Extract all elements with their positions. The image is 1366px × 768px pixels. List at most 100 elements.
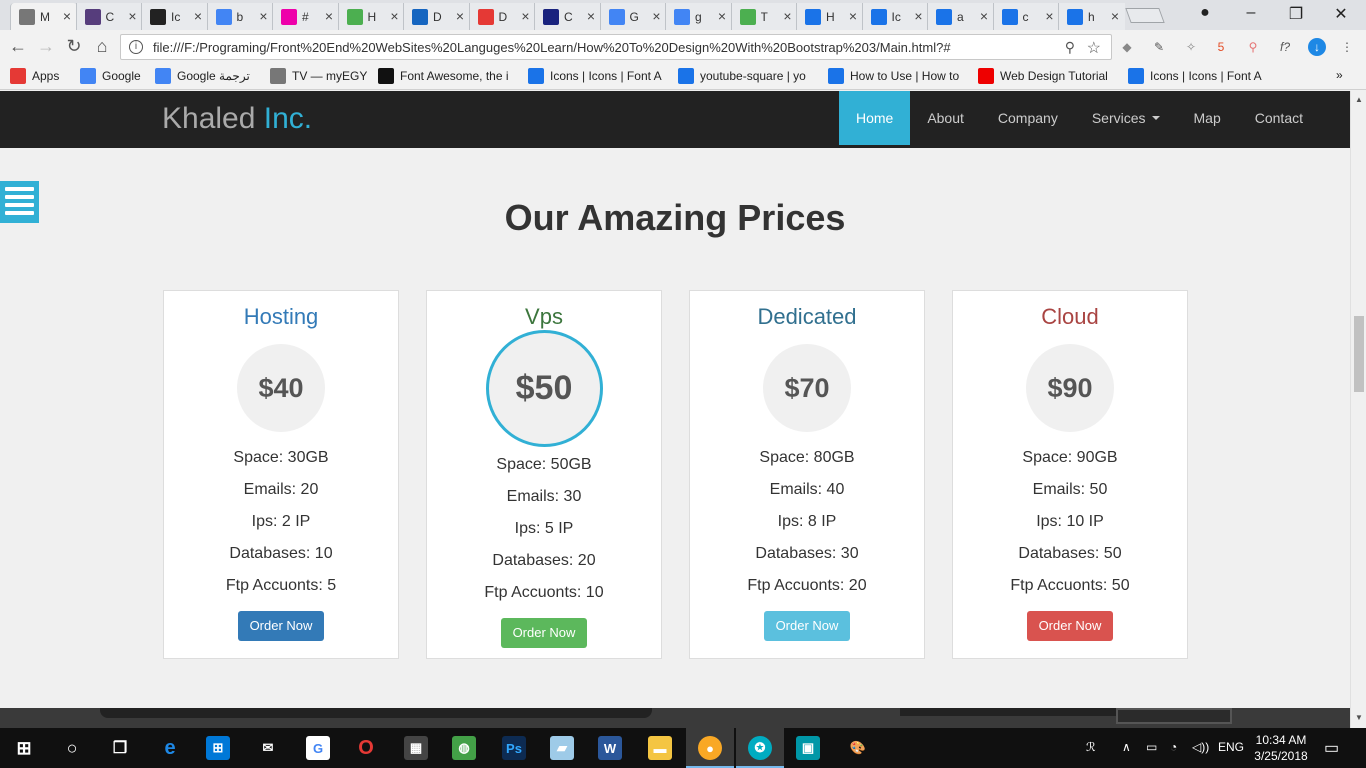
photoshop-icon[interactable]: Ps — [502, 736, 526, 760]
notepad-icon[interactable]: ▰ — [550, 736, 574, 760]
browser-tab[interactable]: M × — [10, 3, 77, 30]
browser-tab[interactable]: Ic × — [141, 3, 208, 30]
reload-button[interactable]: ↻ — [62, 36, 86, 57]
tab-close-icon[interactable]: × — [128, 8, 136, 24]
bookmark-item[interactable]: Font Awesome, the i — [378, 68, 509, 84]
battery-icon[interactable]: ▭ — [1146, 740, 1157, 754]
opera-icon[interactable]: O — [354, 736, 378, 760]
tab-close-icon[interactable]: × — [325, 8, 333, 24]
site-brand[interactable]: Khaled Inc. — [162, 102, 312, 136]
search-extension-icon[interactable]: ⚲ — [1244, 38, 1262, 56]
page-scrollbar[interactable]: ▲ ▼ — [1350, 91, 1366, 728]
tab-close-icon[interactable]: × — [849, 8, 857, 24]
calculator-icon[interactable]: ▦ — [404, 736, 428, 760]
bookmark-item[interactable]: youtube-square | yo — [678, 68, 806, 84]
wifi-icon[interactable]: ◔ — [1170, 740, 1177, 754]
order-now-button[interactable]: Order Now — [1026, 611, 1114, 641]
tab-close-icon[interactable]: × — [456, 8, 464, 24]
browser-tab[interactable]: Ic × — [861, 3, 929, 30]
word-icon[interactable]: W — [598, 736, 622, 760]
bookmark-item[interactable]: Icons | Icons | Font A — [1128, 68, 1262, 84]
browser-tab[interactable]: C × — [75, 3, 143, 30]
scroll-up-arrow-icon[interactable]: ▲ — [1355, 95, 1363, 104]
tab-close-icon[interactable]: × — [1045, 8, 1053, 24]
tab-close-icon[interactable]: × — [587, 8, 595, 24]
browser-tab[interactable]: T × — [730, 3, 798, 30]
browser-tab[interactable]: h × — [1058, 3, 1125, 30]
task-view-icon[interactable]: ❒ — [108, 736, 132, 760]
browser-tab[interactable]: # × — [272, 3, 339, 30]
extension-icon[interactable]: ◆ — [1118, 38, 1136, 56]
maximize-button[interactable]: ❐ — [1281, 4, 1311, 24]
people-icon[interactable]: ℛ — [1086, 740, 1096, 754]
globe-app-icon[interactable]: ◍ — [452, 736, 476, 760]
bookmark-item[interactable]: Google — [80, 68, 141, 84]
browser-tab[interactable]: D × — [403, 3, 470, 30]
taskbar-clock[interactable]: 10:34 AM 3/25/2018 — [1252, 732, 1310, 764]
tab-close-icon[interactable]: × — [1111, 8, 1119, 24]
browser-tab[interactable]: H × — [337, 3, 405, 30]
chrome-menu-icon[interactable]: ⋮ — [1338, 38, 1356, 56]
minimize-button[interactable]: – — [1236, 4, 1266, 22]
close-window-button[interactable]: ✕ — [1326, 4, 1356, 24]
browser-tab[interactable]: a × — [927, 3, 994, 30]
tab-close-icon[interactable]: × — [652, 8, 660, 24]
mail-icon[interactable]: ✉ — [256, 736, 280, 760]
store-icon[interactable]: ⊞ — [206, 736, 230, 760]
browser-tab[interactable]: H × — [796, 3, 863, 30]
scrollbar-thumb[interactable] — [1354, 316, 1364, 392]
browser-tab[interactable]: g × — [665, 3, 732, 30]
file-explorer-icon[interactable]: ▬ — [648, 736, 672, 760]
paint-icon[interactable]: 🎨 — [846, 736, 870, 760]
bookmark-item[interactable]: How to Use | How to — [828, 68, 959, 84]
tab-close-icon[interactable]: × — [980, 8, 988, 24]
search-icon[interactable]: ○ — [60, 736, 84, 760]
action-center-icon[interactable]: ▭ — [1324, 738, 1339, 758]
bookmark-item[interactable]: Icons | Icons | Font A — [528, 68, 662, 84]
chrome-canary-icon[interactable]: ● — [698, 736, 722, 760]
browser-tab[interactable]: b × — [206, 3, 274, 30]
nav-item-services[interactable]: Services — [1075, 91, 1177, 145]
bookmark-item[interactable]: Apps — [10, 68, 59, 84]
windows-start-icon[interactable]: ⊞ — [12, 736, 36, 760]
new-tab-button[interactable] — [1125, 8, 1165, 23]
nav-item-map[interactable]: Map — [1177, 91, 1238, 145]
html5-extension-icon[interactable]: 5 — [1212, 38, 1230, 56]
tab-close-icon[interactable]: × — [194, 8, 202, 24]
tab-close-icon[interactable]: × — [259, 8, 267, 24]
nav-item-company[interactable]: Company — [981, 91, 1075, 145]
chrome-icon[interactable]: G — [306, 736, 330, 760]
more-bookmarks-button[interactable]: » — [1336, 68, 1343, 82]
back-button[interactable]: ← — [6, 36, 30, 57]
nav-item-home[interactable]: Home — [838, 91, 911, 145]
forward-button[interactable]: → — [34, 36, 58, 57]
nav-item-about[interactable]: About — [910, 91, 981, 145]
language-indicator[interactable]: ENG — [1218, 740, 1244, 754]
extension-icon[interactable]: ✧ — [1182, 38, 1200, 56]
order-now-button[interactable]: Order Now — [237, 611, 325, 641]
bookmark-item[interactable]: Google ترجمة — [155, 68, 250, 84]
profile-icon[interactable]: ● — [1190, 4, 1220, 22]
show-hidden-icons-chevron-icon[interactable]: ∧ — [1122, 740, 1131, 754]
browser-tab[interactable]: C × — [534, 3, 601, 30]
tab-close-icon[interactable]: × — [521, 8, 529, 24]
home-button[interactable]: ⌂ — [90, 36, 114, 57]
app-window-icon[interactable]: ▣ — [796, 736, 820, 760]
bookmark-item[interactable]: Web Design Tutorial — [978, 68, 1108, 84]
extension-icon[interactable]: ↓ — [1308, 38, 1326, 56]
bookmark-star-icon[interactable]: ☆ — [1087, 38, 1101, 58]
font-extension-icon[interactable]: f? — [1276, 38, 1294, 56]
tab-close-icon[interactable]: × — [390, 8, 398, 24]
volume-icon[interactable]: ◁)) — [1192, 740, 1209, 754]
order-now-button[interactable]: Order Now — [763, 611, 851, 641]
media-app-icon[interactable]: ✪ — [748, 736, 772, 760]
scroll-down-arrow-icon[interactable]: ▼ — [1355, 713, 1363, 722]
browser-tab[interactable]: G × — [599, 3, 667, 30]
zoom-icon[interactable]: ⚲ — [1065, 39, 1075, 56]
browser-tab[interactable]: D × — [468, 3, 536, 30]
nav-item-contact[interactable]: Contact — [1238, 91, 1320, 145]
tab-close-icon[interactable]: × — [783, 8, 791, 24]
browser-tab[interactable]: c × — [992, 3, 1060, 30]
edge-browser-icon[interactable]: e — [158, 736, 182, 760]
bookmark-item[interactable]: TV — myEGY — [270, 68, 367, 84]
